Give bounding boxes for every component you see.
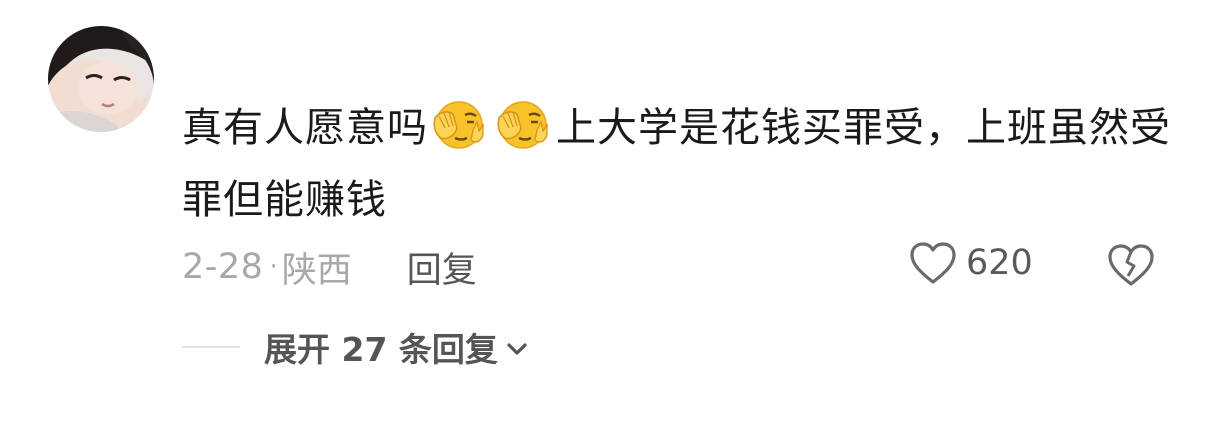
like-count: 620 <box>966 243 1033 283</box>
dislike-button[interactable] <box>1106 242 1156 292</box>
comment-meta: 2-28 · 陕西 回复 <box>182 242 477 293</box>
reply-button[interactable]: 回复 <box>407 242 477 293</box>
comment-location: 陕西 <box>281 250 352 291</box>
comment-text: 真有人愿意吗 上大学是花钱买罪受，上班虽然受罪但能赚钱 <box>182 92 1172 236</box>
facepalm-emoji-icon <box>495 98 553 150</box>
expand-replies-label[interactable]: 展开 27 条回复 <box>264 323 498 371</box>
heart-icon <box>910 242 956 284</box>
broken-heart-icon <box>1108 244 1154 286</box>
comment-item: 真有人愿意吗 上大学是花钱买罪受，上班虽然受罪但能赚钱 2-28 · 陕西 回复… <box>0 0 1206 439</box>
avatar[interactable] <box>48 26 154 132</box>
comment-date: 2-28 <box>182 247 264 287</box>
meta-separator: · <box>269 252 278 282</box>
avatar-image <box>48 26 154 132</box>
divider-line <box>182 346 240 348</box>
comment-text-part1: 真有人愿意吗 <box>182 105 428 151</box>
chevron-down-icon <box>507 343 527 355</box>
expand-replies[interactable]: 展开 27 条回复 <box>182 324 528 370</box>
like-button[interactable]: 620 <box>908 240 1033 286</box>
facepalm-emoji-icon <box>431 98 489 150</box>
